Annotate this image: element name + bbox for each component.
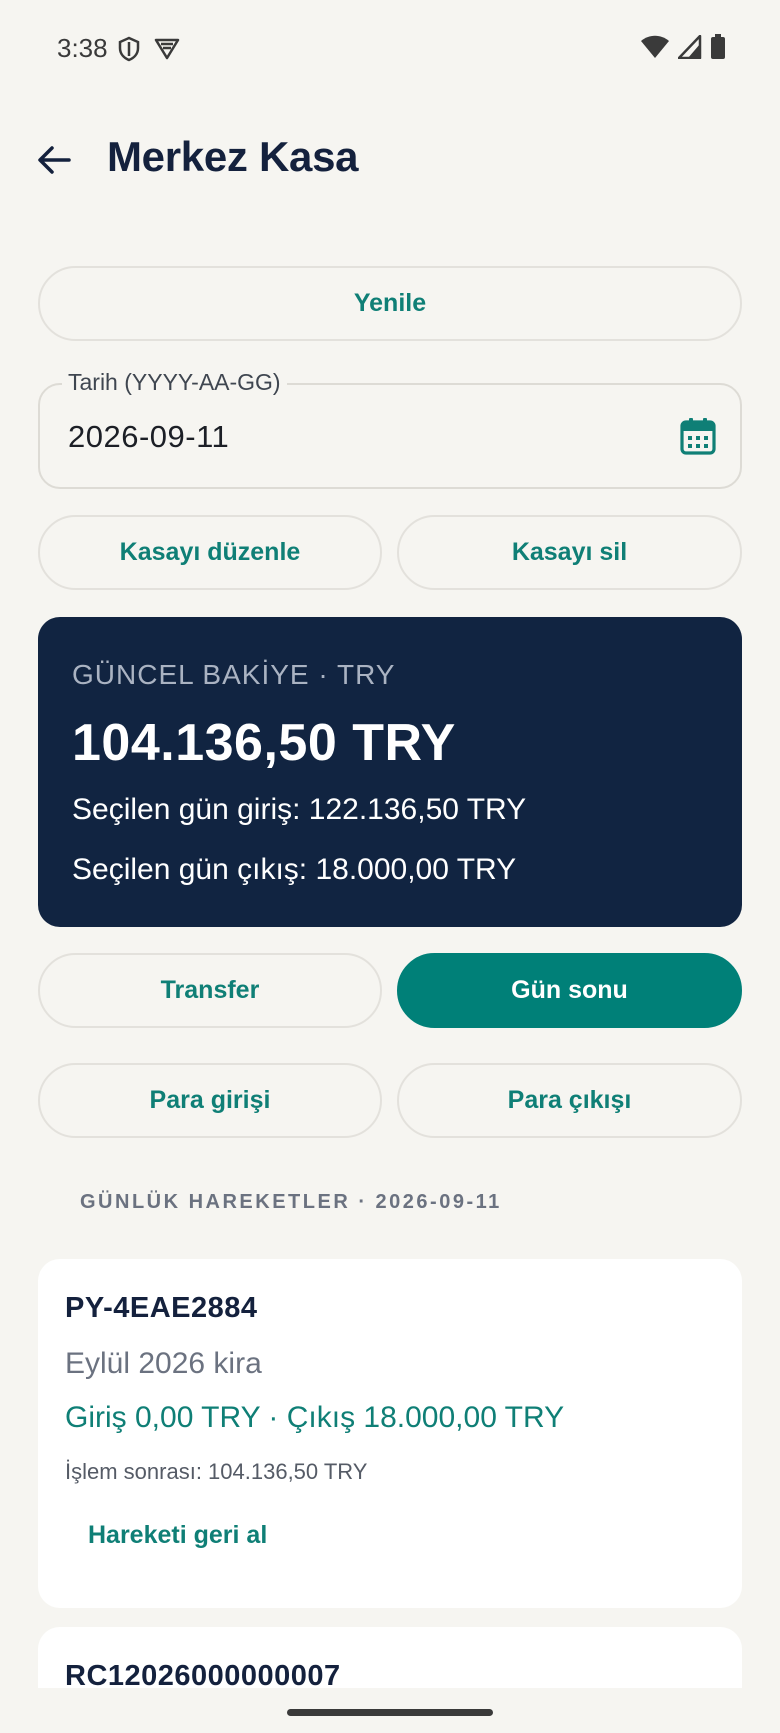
balance-card: GÜNCEL BAKİYE · TRY 104.136,50 TRY Seçil… [38,617,742,927]
delete-cashbox-button[interactable]: Kasayı sil [397,515,742,590]
cash-in-button[interactable]: Para girişi [38,1063,382,1138]
refresh-button[interactable]: Yenile [38,266,742,341]
date-field-value[interactable]: 2026-09-11 [68,419,229,455]
day-end-button[interactable]: Gün sonu [397,953,742,1028]
calendar-icon[interactable] [680,417,716,460]
movement-description: Eylül 2026 kira [65,1347,262,1380]
gesture-nav-handle[interactable] [287,1709,493,1716]
cash-out-button[interactable]: Para çıkışı [397,1063,742,1138]
status-time: 3:38 [57,33,108,63]
transfer-button[interactable]: Transfer [38,953,382,1028]
back-button[interactable] [30,130,78,190]
selected-day-in: Seçilen gün giriş: 122.136,50 TRY [72,793,527,826]
edit-cashbox-button[interactable]: Kasayı düzenle [38,515,382,590]
wifi-icon [640,35,670,64]
date-field[interactable]: Tarih (YYYY-AA-GG) 2026-09-11 [38,369,742,489]
arrow-left-icon [38,146,71,174]
shield-icon [118,36,140,67]
movement-ref: PY-4EAE2884 [65,1292,258,1324]
screen: 3:38 Merkez Kasa Yenile Tarih (YYYY-AA-G… [0,0,780,1733]
movement-amounts: Giriş 0,00 TRY · Çıkış 18.000,00 TRY [65,1401,565,1434]
movement-balance-after: İşlem sonrası: 104.136,50 TRY [65,1459,368,1484]
daily-movements-header: GÜNLÜK HAREKETLER · 2026-09-11 [80,1191,502,1213]
battery-icon [710,34,726,65]
vpn-shield-icon [154,36,180,67]
date-field-label: Tarih (YYYY-AA-GG) [62,369,287,396]
selected-day-out: Seçilen gün çıkış: 18.000,00 TRY [72,853,517,886]
status-icons-right [640,34,726,65]
balance-amount: 104.136,50 TRY [72,714,456,772]
balance-caption: GÜNCEL BAKİYE · TRY [72,659,396,690]
revert-movement-button[interactable]: Hareketi geri al [88,1521,267,1550]
page-title: Merkez Kasa [107,133,359,180]
movement-card: PY-4EAE2884 Eylül 2026 kira Giriş 0,00 T… [38,1259,742,1608]
signal-icon [677,34,702,64]
status-icons-left [118,36,180,67]
status-bar: 3:38 [0,0,780,100]
